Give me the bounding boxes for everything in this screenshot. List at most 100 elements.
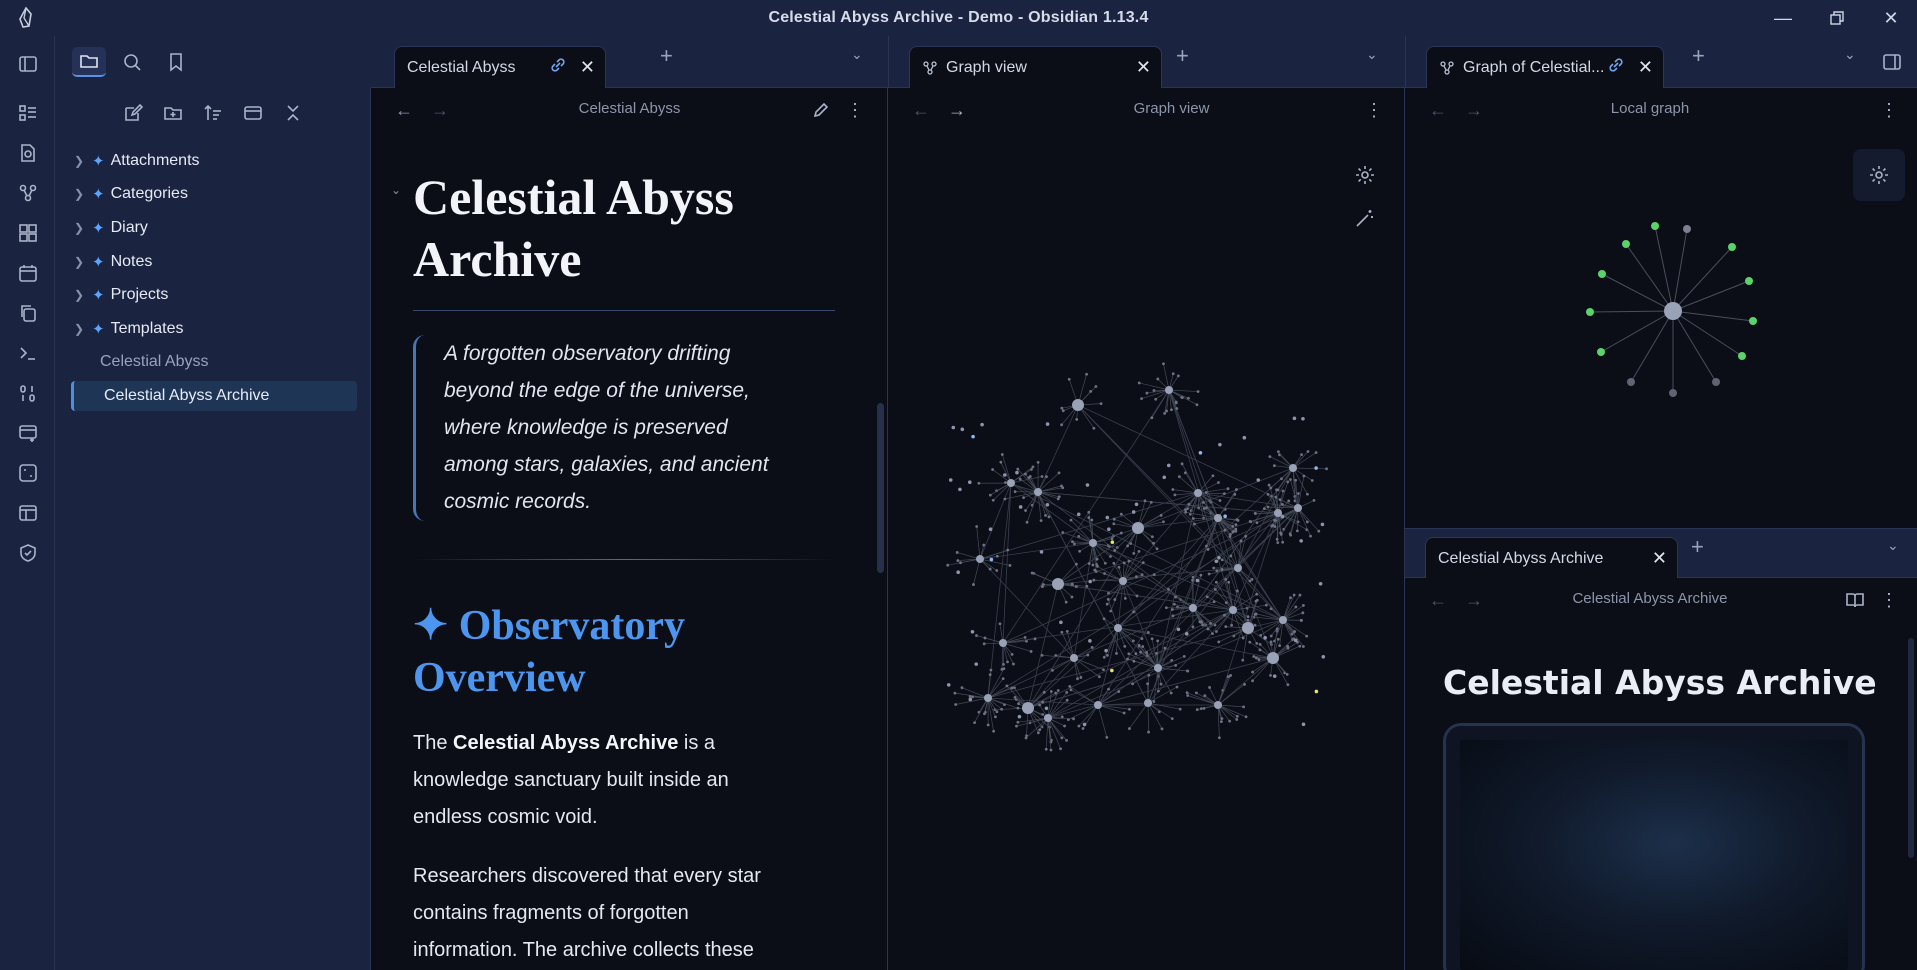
graph-node[interactable] (1325, 467, 1328, 471)
graph-node[interactable] (1089, 390, 1093, 393)
graph-node[interactable] (1301, 611, 1305, 615)
search-icon[interactable] (118, 48, 146, 76)
graph-node[interactable] (1184, 510, 1188, 514)
graph-node[interactable] (1162, 520, 1165, 524)
graph-node[interactable] (1060, 423, 1064, 427)
graph-node[interactable] (1141, 645, 1145, 648)
graph-hub-node[interactable] (1034, 488, 1042, 496)
graph-node[interactable] (1301, 416, 1305, 421)
file-celestial-abyss-archive[interactable]: Celestial Abyss Archive (71, 381, 357, 411)
graph-node[interactable] (995, 554, 999, 558)
minimize-icon[interactable]: — (1768, 6, 1798, 30)
graph-node[interactable] (1306, 450, 1310, 453)
tab-celestial-abyss-archive[interactable]: Celestial Abyss Archive ✕ (1425, 537, 1678, 579)
graph-node[interactable] (1044, 747, 1048, 751)
graph-node[interactable] (1069, 518, 1073, 522)
graph-node[interactable] (1278, 644, 1282, 647)
global-graph-canvas[interactable] (888, 88, 1405, 970)
graph-node[interactable] (1296, 520, 1300, 524)
graph-node[interactable] (1211, 474, 1215, 478)
graph-node[interactable] (1294, 478, 1298, 482)
graph-node[interactable] (1208, 686, 1211, 689)
graph-node[interactable] (1017, 714, 1022, 719)
graph-node[interactable] (1092, 578, 1096, 582)
graph-node[interactable] (1119, 531, 1123, 535)
graph-node[interactable] (1079, 676, 1083, 679)
graph-node[interactable] (1025, 520, 1029, 524)
graph-node[interactable] (1102, 668, 1105, 672)
graph-node[interactable] (1073, 542, 1076, 546)
graph-node[interactable] (1223, 613, 1226, 617)
new-tab-icon[interactable]: + (660, 43, 673, 69)
graph-hub-node[interactable] (1279, 616, 1287, 624)
graph-node[interactable] (1276, 637, 1280, 641)
graph-node[interactable] (1184, 508, 1187, 512)
local-graph-node[interactable] (1586, 308, 1594, 316)
local-graph-center-node[interactable] (1664, 302, 1682, 320)
close-tab-icon[interactable]: ✕ (1136, 57, 1151, 78)
graph-node[interactable] (1235, 488, 1238, 491)
graph-node[interactable] (1305, 634, 1309, 638)
more-options-icon[interactable]: ⋮ (841, 96, 869, 124)
graph-node[interactable] (1271, 523, 1275, 527)
local-graph-node[interactable] (1738, 352, 1746, 360)
close-tab-icon[interactable]: ✕ (1638, 57, 1653, 78)
graph-node[interactable] (1059, 620, 1063, 625)
graph-node[interactable] (1150, 535, 1154, 539)
graph-node[interactable] (1234, 529, 1238, 533)
graph-node[interactable] (1112, 517, 1116, 521)
dashboard-icon[interactable] (14, 99, 42, 127)
folder-notes[interactable]: ❯ ✦ Notes (70, 247, 354, 277)
graph-node[interactable] (1175, 407, 1179, 410)
graph-node[interactable] (946, 563, 950, 567)
graph-node[interactable] (1306, 492, 1309, 496)
graph-node[interactable] (1126, 657, 1129, 661)
graph-node[interactable] (1286, 480, 1290, 484)
graph-node[interactable] (1295, 529, 1299, 533)
graph-node[interactable] (1095, 557, 1099, 561)
graph-node[interactable] (983, 712, 986, 716)
graph-node[interactable] (1317, 529, 1321, 533)
graph-node[interactable] (1036, 731, 1040, 735)
graph-node[interactable] (1301, 722, 1306, 727)
tab-local-graph[interactable]: Graph of Celestial... ✕ (1426, 46, 1664, 88)
graph-node[interactable] (1235, 714, 1239, 718)
graph-node[interactable] (1217, 640, 1221, 644)
graph-node[interactable] (1066, 718, 1070, 722)
fold-chevron-icon[interactable]: ⌄ (391, 183, 401, 197)
graph-node[interactable] (1171, 488, 1175, 491)
graph-node[interactable] (1141, 561, 1145, 565)
graph-node[interactable] (982, 543, 986, 547)
graph-node[interactable] (1132, 551, 1136, 555)
graph-node[interactable] (1024, 509, 1027, 512)
graph-node[interactable] (1164, 606, 1168, 610)
graph-node[interactable] (988, 673, 992, 677)
graph-node[interactable] (1113, 549, 1117, 552)
graph-node[interactable] (1235, 589, 1239, 593)
graph-hub-node[interactable] (1089, 539, 1097, 547)
graph-node[interactable] (1298, 644, 1302, 648)
graph-node[interactable] (1057, 495, 1061, 499)
chevron-down-icon[interactable]: ⌄ (1844, 46, 1856, 63)
local-graph-node[interactable] (1597, 348, 1605, 356)
calendar-icon[interactable] (14, 259, 42, 287)
graph-node[interactable] (1252, 655, 1256, 658)
reading-view-icon[interactable] (1841, 586, 1869, 614)
graph-node[interactable] (1110, 537, 1114, 541)
local-graph-node[interactable] (1627, 378, 1635, 386)
graph-node[interactable] (994, 715, 997, 719)
graph-node[interactable] (1152, 700, 1156, 703)
graph-node[interactable] (972, 583, 975, 586)
graph-node[interactable] (1223, 528, 1227, 532)
graph-node[interactable] (1199, 707, 1203, 711)
graph-node[interactable] (1220, 717, 1224, 720)
graph-node[interactable] (995, 710, 999, 714)
graph-node[interactable] (1170, 408, 1173, 412)
folder-categories[interactable]: ❯ ✦ Categories (70, 179, 354, 209)
graph-node[interactable] (1056, 689, 1060, 692)
graph-node[interactable] (1220, 568, 1224, 571)
graph-node[interactable] (1314, 689, 1319, 694)
graph-node[interactable] (1013, 695, 1017, 699)
sort-icon[interactable] (199, 99, 227, 127)
graph-node[interactable] (1243, 682, 1246, 686)
